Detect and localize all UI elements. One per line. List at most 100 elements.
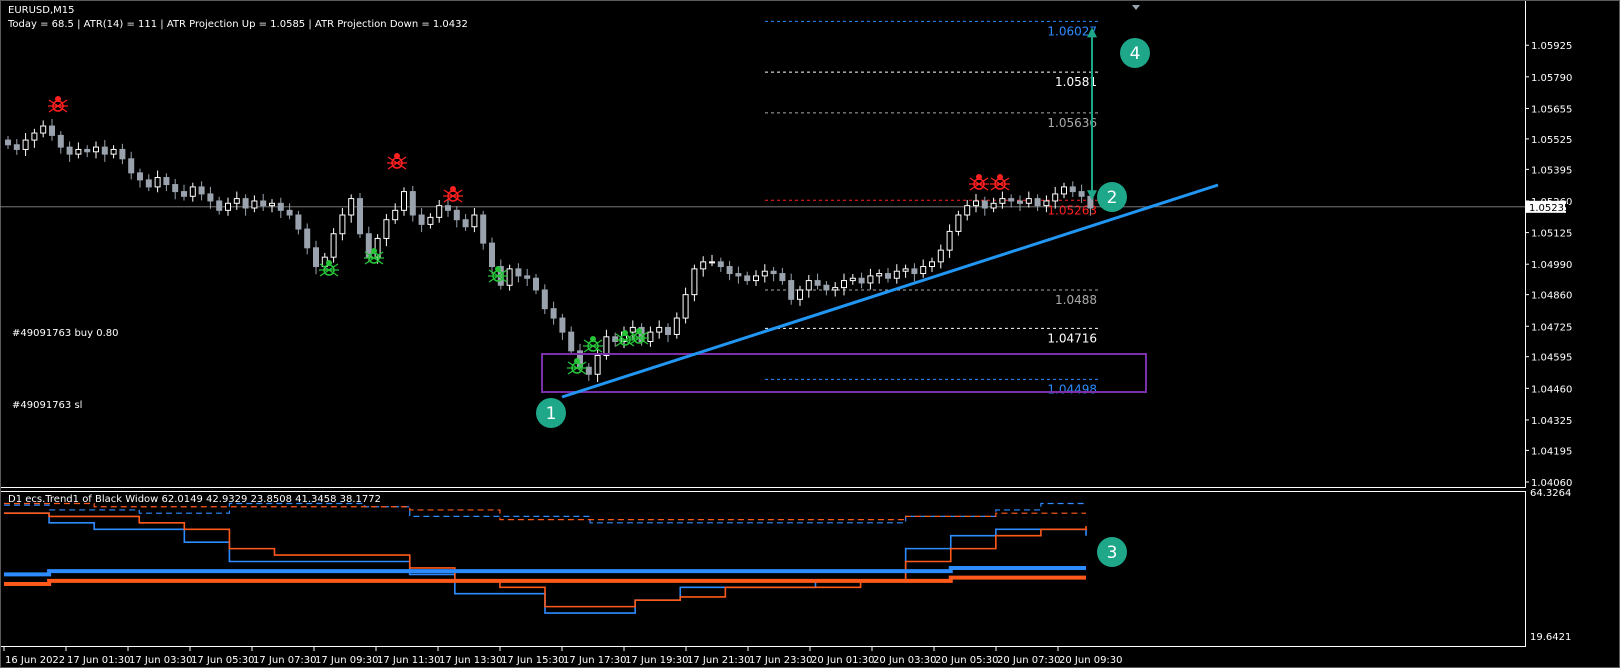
- candle-body: [656, 326, 663, 333]
- candle-body: [480, 214, 487, 244]
- candle-body: [110, 148, 117, 155]
- candle-body: [57, 134, 64, 148]
- candle-body: [999, 198, 1006, 204]
- candle-body: [66, 146, 73, 155]
- candle-body: [330, 233, 337, 258]
- candle-body: [313, 247, 319, 268]
- candlestick-series: [5, 118, 1094, 382]
- candle-body: [40, 125, 47, 134]
- candle-body: [1043, 200, 1050, 207]
- candle-body: [436, 205, 443, 218]
- current-price-label: 1.05235: [1529, 203, 1570, 214]
- candle-body: [823, 284, 830, 291]
- candle-body: [137, 172, 143, 181]
- candle-body: [462, 219, 469, 228]
- candle-body: [726, 266, 733, 275]
- candle-body: [93, 146, 99, 153]
- indicator-orange-dashed-line: [4, 502, 1086, 521]
- level-lines: 1.060271.05811.056361.052631.04881.04716…: [765, 20, 1100, 396]
- candle-body: [533, 277, 539, 291]
- candle-body: [568, 331, 575, 352]
- candle-body: [797, 289, 803, 300]
- indicator-tick-label: 19.6421: [1530, 632, 1571, 643]
- time-tick-label: 17 Jun 11:30: [377, 655, 441, 666]
- symbol-title: EURUSD,M15: [8, 5, 74, 16]
- candle-body: [814, 280, 821, 286]
- candle-body: [427, 216, 434, 225]
- spider-head: [450, 186, 456, 192]
- candle-body: [453, 209, 460, 221]
- time-tick-label: 20 Jun 03:30: [873, 655, 937, 666]
- candle-body: [964, 205, 971, 216]
- candle-body: [13, 144, 20, 150]
- price-tick-label: 1.05925: [1531, 41, 1572, 52]
- callout-number: 1: [546, 404, 557, 424]
- candle-body: [506, 268, 513, 286]
- time-tick-label: 20 Jun 05:30: [935, 655, 999, 666]
- candle-body: [550, 308, 557, 319]
- indicator-series: [4, 502, 1087, 614]
- candle-body: [145, 179, 152, 188]
- candle-body: [471, 214, 478, 228]
- candle-body: [744, 275, 751, 282]
- spider-head: [636, 328, 642, 334]
- chart-canvas[interactable]: 1.05925 1.05790 1.05655 1.05525 1.05395 1.052…: [0, 0, 1620, 668]
- candle-body: [603, 336, 610, 357]
- price-tick-label: 1.04195: [1531, 446, 1572, 457]
- candle-body: [700, 261, 707, 270]
- candle-body: [612, 336, 619, 342]
- candle-body: [189, 186, 196, 197]
- spider-head: [495, 266, 501, 272]
- price-tick-label: 1.04990: [1531, 260, 1572, 271]
- candle-body: [198, 186, 205, 195]
- price-tick-label: 1.04860: [1531, 291, 1572, 302]
- outer-border: [0, 0, 1620, 668]
- candle-body: [753, 275, 759, 282]
- red-spider-sell-icon: [387, 153, 407, 170]
- price-tick-label: 1.04325: [1531, 416, 1572, 427]
- candle-body: [920, 266, 927, 275]
- spider-head: [574, 358, 580, 364]
- annotations: 1 2 3 4: [48, 27, 1219, 567]
- price-tick-label: 1.05525: [1531, 135, 1572, 146]
- indicator-frame: [0, 491, 1526, 647]
- time-tick-label: 17 Jun 03:30: [129, 655, 193, 666]
- spider-head: [622, 330, 628, 336]
- indicator-orange-thick-line: [4, 575, 1086, 587]
- candle-body: [269, 202, 275, 207]
- candle-body: [761, 270, 768, 277]
- candle-body: [1008, 198, 1015, 202]
- atr-level-label: 1.04716: [1047, 331, 1097, 345]
- candle-body: [981, 200, 988, 209]
- time-tick-label: 20 Jun 01:30: [811, 655, 875, 666]
- candle-body: [304, 228, 311, 249]
- candle-body: [717, 261, 724, 268]
- spider-head: [997, 174, 1003, 180]
- candle-body: [418, 214, 425, 225]
- candle-body: [691, 268, 698, 296]
- candle-body: [392, 209, 399, 221]
- time-tick-label: 20 Jun 07:30: [997, 655, 1061, 666]
- candle-body: [163, 177, 170, 186]
- candle-body: [225, 202, 231, 211]
- candle-body: [260, 200, 267, 207]
- candle-body: [233, 198, 240, 204]
- candle-body: [251, 200, 258, 209]
- candle-body: [805, 280, 812, 291]
- candle-body: [647, 331, 654, 342]
- candle-body: [770, 270, 777, 275]
- candle-body: [902, 268, 909, 272]
- red-spider-sell-icon: [48, 96, 68, 113]
- candle-body: [84, 148, 91, 153]
- main-chart-frame: [0, 0, 1526, 488]
- trading-chart-window: 1.05925 1.05790 1.05655 1.05525 1.05395 1.052…: [0, 0, 1620, 668]
- indicator-tick-label: 64.3264: [1530, 488, 1571, 499]
- candle-body: [893, 270, 900, 279]
- candle-body: [673, 317, 680, 335]
- candle-body: [709, 261, 715, 264]
- time-tick-label: 17 Jun 21:30: [687, 655, 751, 666]
- candle-body: [295, 214, 302, 230]
- candle-body: [383, 219, 390, 239]
- candle-body: [101, 146, 108, 155]
- candle-body: [49, 125, 55, 136]
